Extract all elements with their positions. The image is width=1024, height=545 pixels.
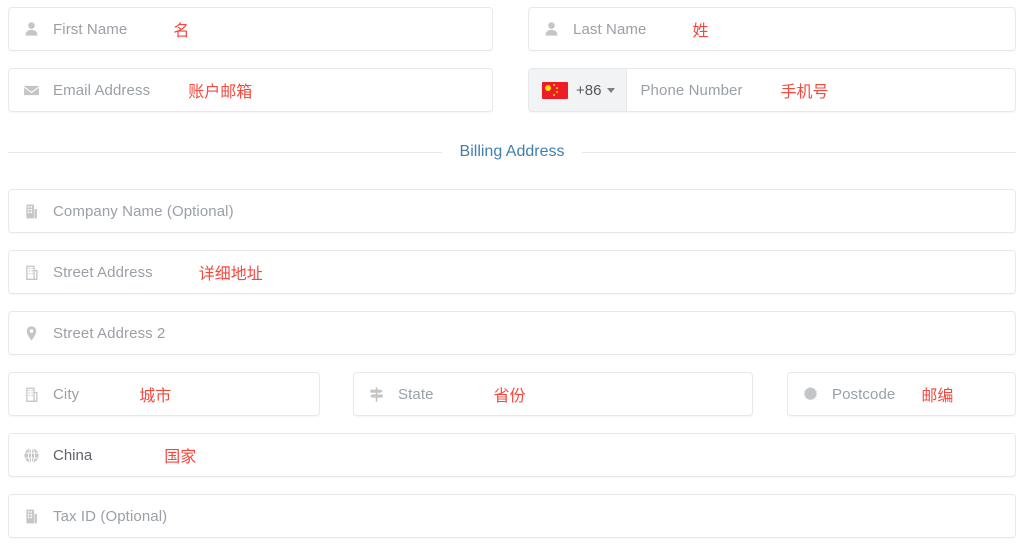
building-icon: [23, 264, 40, 281]
first-name-placeholder: First Name: [53, 20, 128, 38]
state-placeholder: State: [398, 385, 434, 403]
phone-number-input[interactable]: Phone Number 手机号: [627, 69, 1015, 111]
city-annotation: 城市: [139, 386, 172, 405]
email-placeholder: Email Address: [53, 81, 151, 99]
street-address-2-field[interactable]: Street Address 2: [8, 311, 1016, 355]
city-placeholder: City: [53, 385, 80, 403]
postcode-annotation: 邮编: [921, 386, 954, 405]
country-select[interactable]: China 国家: [8, 433, 1016, 477]
billing-form: First Name 名 Last Name 姓 Email Address 账…: [0, 0, 1024, 545]
envelope-icon: [23, 82, 40, 99]
chevron-down-icon[interactable]: [607, 87, 616, 93]
state-annotation: 省份: [493, 386, 526, 405]
city-field[interactable]: City 城市: [8, 372, 320, 416]
tax-id-placeholder: Tax ID (Optional): [53, 507, 168, 525]
first-name-annotation: 名: [173, 21, 190, 40]
billing-address-divider: Billing Address: [8, 143, 1017, 161]
first-name-field[interactable]: First Name 名: [8, 7, 493, 51]
postcode-field[interactable]: Postcode 邮编: [787, 372, 1016, 416]
phone-annotation: 手机号: [780, 82, 829, 101]
building-icon: [23, 386, 40, 403]
country-annotation: 国家: [164, 447, 197, 466]
street-address-annotation: 详细地址: [198, 264, 263, 283]
country-value: China: [53, 446, 93, 464]
email-field[interactable]: Email Address 账户邮箱: [8, 68, 493, 112]
signpost-icon: [368, 386, 385, 403]
company-name-placeholder: Company Name (Optional): [53, 202, 234, 220]
country-dial-selector[interactable]: +86: [529, 69, 628, 111]
building-icon: [23, 508, 40, 525]
email-annotation: 账户邮箱: [188, 82, 253, 101]
phone-placeholder: Phone Number: [640, 81, 743, 99]
street-address-placeholder: Street Address: [53, 263, 153, 281]
last-name-annotation: 姓: [692, 21, 709, 40]
phone-field[interactable]: +86 Phone Number 手机号: [528, 68, 1016, 112]
divider-line-right: [582, 151, 1017, 153]
gear-icon: [802, 386, 819, 403]
postcode-placeholder: Postcode: [832, 385, 896, 403]
street-address-2-placeholder: Street Address 2: [53, 324, 166, 342]
globe-icon: [23, 447, 40, 464]
street-address-field[interactable]: Street Address 详细地址: [8, 250, 1016, 294]
user-icon: [23, 21, 40, 38]
state-field[interactable]: State 省份: [353, 372, 753, 416]
divider-line-left: [8, 151, 442, 153]
company-name-field[interactable]: Company Name (Optional): [8, 189, 1016, 233]
last-name-placeholder: Last Name: [573, 20, 647, 38]
dial-code: +86: [576, 81, 602, 99]
china-flag-icon: [542, 81, 568, 99]
last-name-field[interactable]: Last Name 姓: [528, 7, 1016, 51]
building-icon: [23, 203, 40, 220]
tax-id-field[interactable]: Tax ID (Optional): [8, 494, 1016, 538]
user-icon: [543, 21, 560, 38]
map-pin-icon: [23, 325, 40, 342]
billing-address-title: Billing Address: [459, 143, 565, 160]
